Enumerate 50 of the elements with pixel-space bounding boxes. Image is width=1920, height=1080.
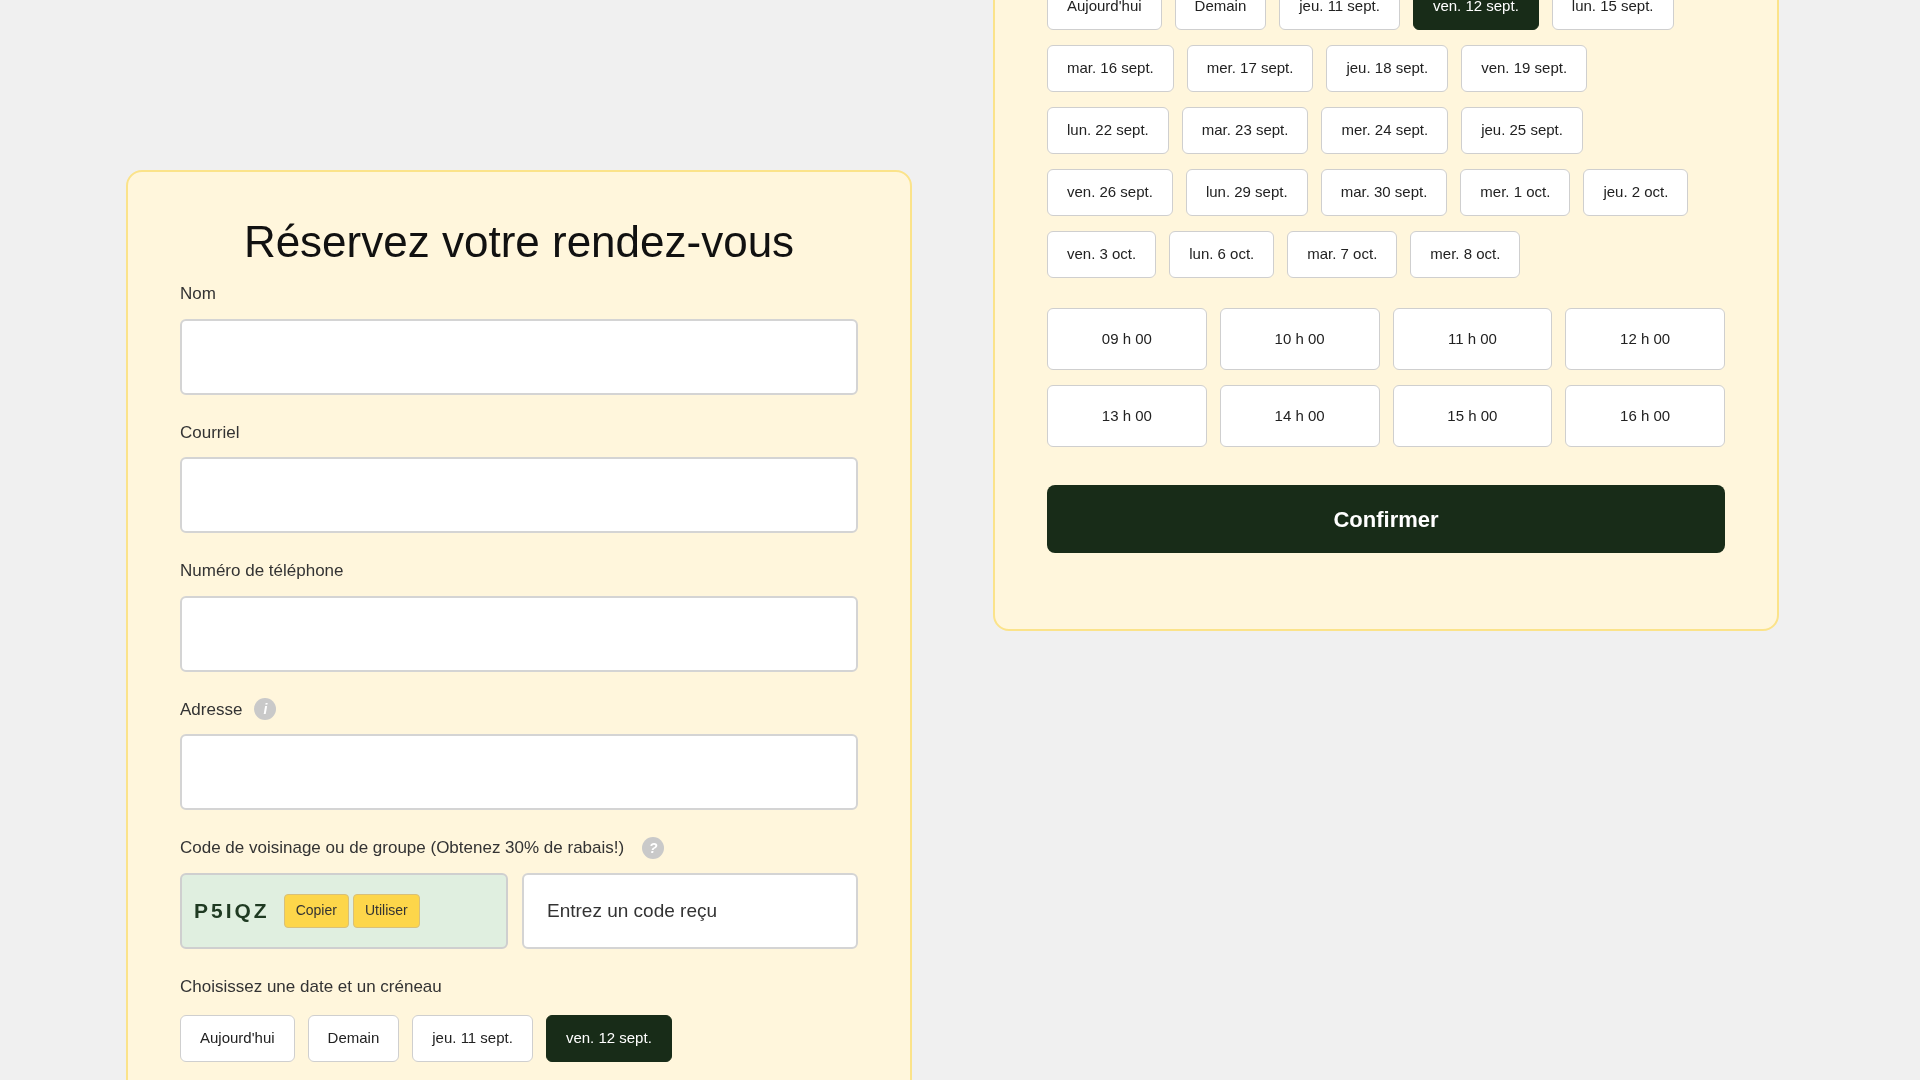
field-label: Choisissez une date et un créneau xyxy=(180,976,442,996)
time-slot[interactable]: 14 h 00 xyxy=(1219,385,1380,447)
date-option[interactable]: mar. 16 sept. xyxy=(1047,45,1174,92)
date-option[interactable]: lun. 22 sept. xyxy=(1047,107,1169,154)
group-code: P5IQZ xyxy=(194,897,270,924)
time-slot[interactable]: 12 h 00 xyxy=(1565,308,1725,370)
text-input-field[interactable] xyxy=(180,457,858,533)
time-slot[interactable]: 15 h 00 xyxy=(1392,385,1553,447)
date-option[interactable]: lun. 29 sept. xyxy=(1185,169,1308,216)
field-label: Courriel xyxy=(180,421,240,444)
date-option[interactable]: mer. 24 sept. xyxy=(1321,107,1449,154)
date-option[interactable]: ven. 12 sept. xyxy=(545,1015,672,1062)
field-label: Code de voisinage ou de groupe (Obtenez 30% de rabais!) xyxy=(180,837,625,859)
code-action-button[interactable]: Utiliser xyxy=(352,893,420,928)
date-option[interactable]: ven. 26 sept. xyxy=(1047,169,1173,216)
code-action-button[interactable]: Copier xyxy=(283,893,349,928)
date-option[interactable]: mer. 17 sept. xyxy=(1186,45,1314,92)
form-title: Réservez votre rendez-vous xyxy=(242,216,796,268)
text-input-field[interactable] xyxy=(180,318,858,395)
date-option[interactable]: ven. 19 sept. xyxy=(1461,45,1588,92)
date-option[interactable]: Demain xyxy=(307,1015,400,1062)
time-slot[interactable]: 16 h 00 xyxy=(1565,385,1725,447)
date-option[interactable]: Aujourd'hui xyxy=(1047,0,1162,30)
time-slot[interactable]: 13 h 00 xyxy=(1047,385,1207,447)
field-label: Numéro de téléphone xyxy=(180,560,344,582)
field-label: Adresse xyxy=(180,698,243,721)
date-option[interactable]: jeu. 18 sept. xyxy=(1326,45,1449,92)
date-option[interactable]: mar. 23 sept. xyxy=(1181,107,1309,154)
date-option[interactable]: mar. 7 oct. xyxy=(1287,231,1398,278)
date-option[interactable]: jeu. 25 sept. xyxy=(1461,107,1583,154)
date-option[interactable]: ven. 12 sept. xyxy=(1412,0,1539,30)
code-input-field[interactable]: Entrez un code reçu xyxy=(522,872,858,949)
date-option[interactable]: jeu. 2 oct. xyxy=(1583,169,1689,216)
date-option[interactable]: lun. 6 oct. xyxy=(1169,231,1275,278)
date-option[interactable]: jeu. 11 sept. xyxy=(412,1015,533,1062)
date-option[interactable]: lun. 15 sept. xyxy=(1551,0,1674,30)
time-slot[interactable]: 11 h 00 xyxy=(1392,308,1553,370)
confirm-button[interactable]: Confirmer xyxy=(1047,485,1725,553)
time-slot[interactable]: 10 h 00 xyxy=(1219,308,1380,370)
text-input-field[interactable] xyxy=(180,734,858,810)
date-option[interactable]: mer. 1 oct. xyxy=(1460,169,1571,216)
text-input-field[interactable] xyxy=(180,595,858,672)
date-option[interactable]: mar. 30 sept. xyxy=(1320,169,1448,216)
time-slot[interactable]: 09 h 00 xyxy=(1047,308,1207,370)
date-option[interactable]: Aujourd'hui xyxy=(180,1015,295,1062)
field-label: Nom xyxy=(180,283,216,305)
date-option[interactable]: jeu. 11 sept. xyxy=(1279,0,1400,30)
date-option[interactable]: Demain xyxy=(1174,0,1267,30)
date-option[interactable]: ven. 3 oct. xyxy=(1047,231,1157,278)
date-option[interactable]: mer. 8 oct. xyxy=(1410,231,1521,278)
